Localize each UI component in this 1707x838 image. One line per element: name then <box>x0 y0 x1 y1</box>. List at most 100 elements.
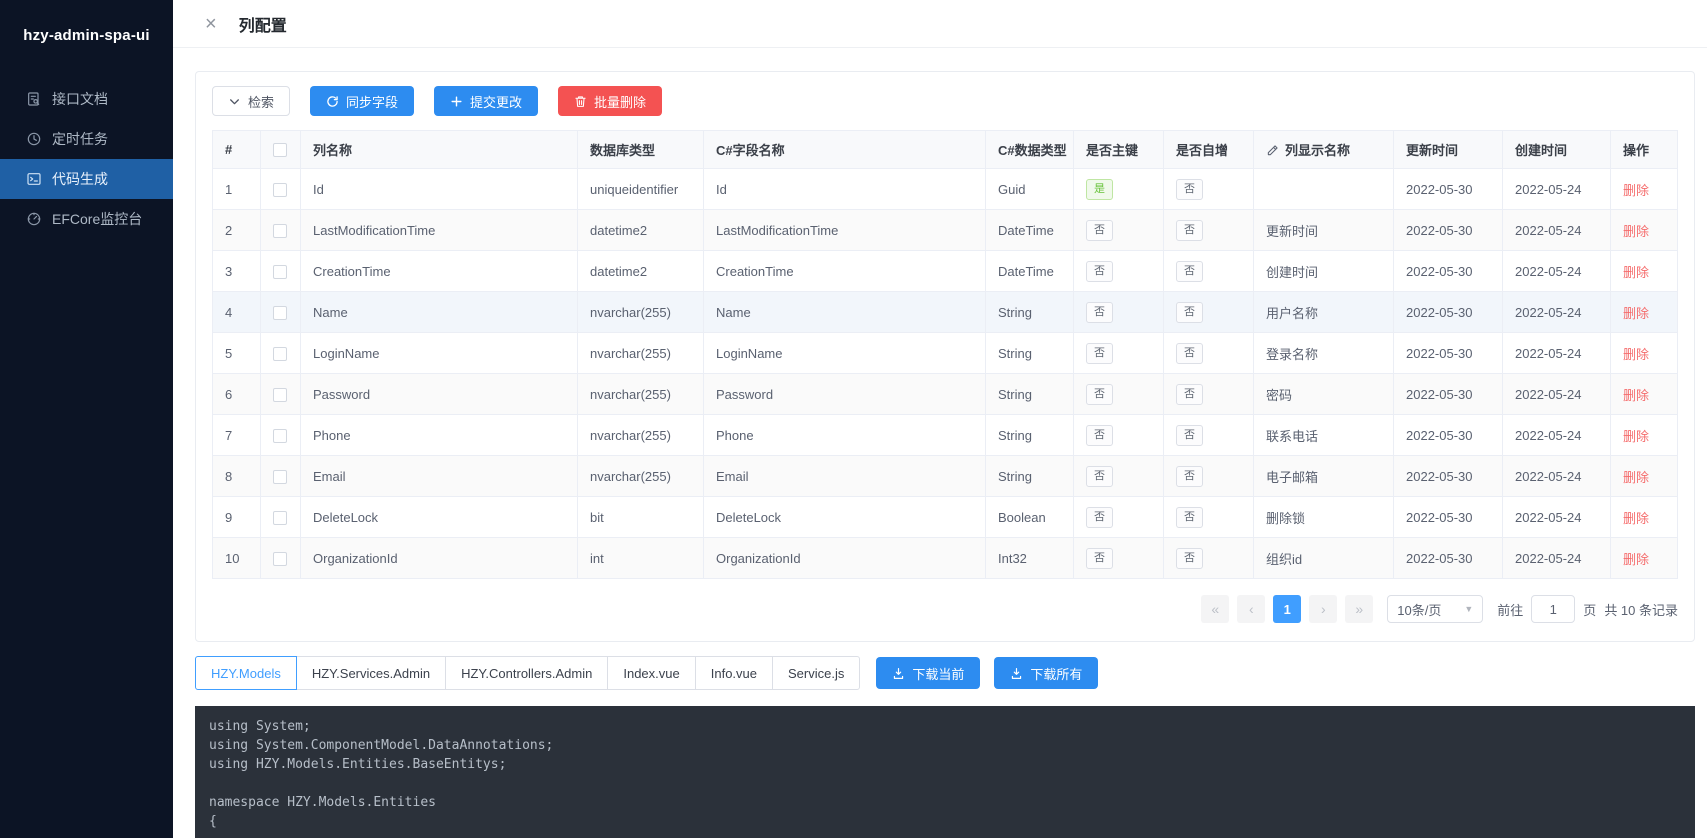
table-body: 1IduniqueidentifierIdGuid是否2022-05-30202… <box>213 169 1678 579</box>
tab-info-vue[interactable]: Info.vue <box>695 656 773 690</box>
batch-delete-button[interactable]: 批量删除 <box>558 86 662 116</box>
brand-title: hzy-admin-spa-ui <box>0 0 173 44</box>
cell-name: Password <box>301 374 578 415</box>
cell-display_name: 电子邮箱 <box>1254 456 1394 497</box>
row-checkbox[interactable] <box>273 224 287 238</box>
cell-index: 2 <box>213 210 261 251</box>
sync-fields-button[interactable]: 同步字段 <box>310 86 414 116</box>
cell-name: LoginName <box>301 333 578 374</box>
search-toggle-button[interactable]: 检索 <box>212 86 290 116</box>
column-header-index: # <box>213 131 261 169</box>
select-all-checkbox[interactable] <box>273 143 287 157</box>
cell-display_name: 更新时间 <box>1254 210 1394 251</box>
download-all-button[interactable]: 下载所有 <box>994 657 1098 689</box>
cell-display_name: 创建时间 <box>1254 251 1394 292</box>
row-checkbox[interactable] <box>273 183 287 197</box>
plus-icon <box>450 95 463 108</box>
cell-name: CreationTime <box>301 251 578 292</box>
column-header-db_type: 数据库类型 <box>578 131 704 169</box>
delete-link[interactable]: 删除 <box>1623 388 1649 403</box>
cell-is_increment: 否 <box>1164 538 1254 579</box>
cell-checkbox <box>261 292 301 333</box>
table-row: 9DeleteLockbitDeleteLockBoolean否否删除锁2022… <box>213 497 1678 538</box>
chevron-down-icon: ▼ <box>1464 604 1473 614</box>
edit-icon <box>1266 143 1280 157</box>
submit-changes-button[interactable]: 提交更改 <box>434 86 538 116</box>
api-document-icon <box>26 91 42 107</box>
cell-is_pk: 否 <box>1074 374 1164 415</box>
cell-checkbox <box>261 333 301 374</box>
tab-index-vue[interactable]: Index.vue <box>607 656 695 690</box>
delete-link[interactable]: 删除 <box>1623 265 1649 280</box>
pagination: « ‹ 1 › » 10条/页 ▼ 前往 页 共 10 条记录 <box>212 595 1678 623</box>
close-icon[interactable]: × <box>205 14 217 34</box>
tab-hzy-models[interactable]: HZY.Models <box>195 656 297 690</box>
cell-is_pk: 是 <box>1074 169 1164 210</box>
goto-page-input[interactable] <box>1531 595 1575 623</box>
cell-action: 删除 <box>1611 456 1678 497</box>
row-checkbox[interactable] <box>273 552 287 566</box>
delete-link[interactable]: 删除 <box>1623 183 1649 198</box>
delete-link[interactable]: 删除 <box>1623 224 1649 239</box>
row-checkbox[interactable] <box>273 470 287 484</box>
tab-hzy-controllers-admin[interactable]: HZY.Controllers.Admin <box>445 656 608 690</box>
sidebar-item-2[interactable]: 代码生成 <box>0 159 173 199</box>
cell-created_at: 2022-05-24 <box>1503 456 1611 497</box>
prev-page-button[interactable]: ‹ <box>1237 595 1265 623</box>
tab-hzy-services-admin[interactable]: HZY.Services.Admin <box>296 656 446 690</box>
delete-link[interactable]: 删除 <box>1623 347 1649 362</box>
cell-cs_type: Boolean <box>986 497 1074 538</box>
tab-service-js[interactable]: Service.js <box>772 656 860 690</box>
cell-is_increment: 否 <box>1164 292 1254 333</box>
first-page-button[interactable]: « <box>1201 595 1229 623</box>
cell-action: 删除 <box>1611 251 1678 292</box>
no-tag: 否 <box>1086 548 1113 569</box>
row-checkbox[interactable] <box>273 511 287 525</box>
delete-link[interactable]: 删除 <box>1623 429 1649 444</box>
delete-link[interactable]: 删除 <box>1623 470 1649 485</box>
search-button-label: 检索 <box>248 92 274 111</box>
page-size-select[interactable]: 10条/页 ▼ <box>1387 595 1483 623</box>
cell-display_name: 用户名称 <box>1254 292 1394 333</box>
cell-is_increment: 否 <box>1164 210 1254 251</box>
cell-created_at: 2022-05-24 <box>1503 169 1611 210</box>
yes-tag: 是 <box>1086 179 1113 200</box>
last-page-button[interactable]: » <box>1345 595 1373 623</box>
generator-tabs-row: HZY.ModelsHZY.Services.AdminHZY.Controll… <box>195 656 1695 690</box>
column-header-label: 列显示名称 <box>1285 140 1350 159</box>
sidebar-item-1[interactable]: 定时任务 <box>0 119 173 159</box>
delete-link[interactable]: 删除 <box>1623 306 1649 321</box>
row-checkbox[interactable] <box>273 429 287 443</box>
main-area: × 列配置 检索 同步字段 提交更改 批量删除 <box>173 0 1707 838</box>
cell-is_pk: 否 <box>1074 210 1164 251</box>
no-tag: 否 <box>1086 507 1113 528</box>
cell-index: 4 <box>213 292 261 333</box>
submit-button-label: 提交更改 <box>470 92 522 111</box>
row-checkbox[interactable] <box>273 388 287 402</box>
row-checkbox[interactable] <box>273 306 287 320</box>
cell-created_at: 2022-05-24 <box>1503 210 1611 251</box>
cell-updated_at: 2022-05-30 <box>1394 456 1503 497</box>
no-tag: 否 <box>1086 261 1113 282</box>
no-tag: 否 <box>1086 466 1113 487</box>
cell-checkbox <box>261 169 301 210</box>
download-current-button[interactable]: 下载当前 <box>876 657 980 689</box>
no-tag: 否 <box>1086 384 1113 405</box>
delete-link[interactable]: 删除 <box>1623 552 1649 567</box>
current-page-button[interactable]: 1 <box>1273 595 1301 623</box>
column-header-is_pk: 是否主键 <box>1074 131 1164 169</box>
row-checkbox[interactable] <box>273 347 287 361</box>
sidebar-item-0[interactable]: 接口文档 <box>0 79 173 119</box>
table-row: 4Namenvarchar(255)NameString否否用户名称2022-0… <box>213 292 1678 333</box>
cell-name: DeleteLock <box>301 497 578 538</box>
no-tag: 否 <box>1176 466 1203 487</box>
row-checkbox[interactable] <box>273 265 287 279</box>
cell-cs_type: String <box>986 456 1074 497</box>
delete-link[interactable]: 删除 <box>1623 511 1649 526</box>
cell-is_pk: 否 <box>1074 333 1164 374</box>
sidebar-item-3[interactable]: EFCore监控台 <box>0 199 173 239</box>
goto-suffix: 页 <box>1583 600 1596 619</box>
next-page-button[interactable]: › <box>1309 595 1337 623</box>
page-size-value: 10条/页 <box>1397 600 1441 619</box>
sidebar-menu: 接口文档定时任务代码生成EFCore监控台 <box>0 79 173 239</box>
